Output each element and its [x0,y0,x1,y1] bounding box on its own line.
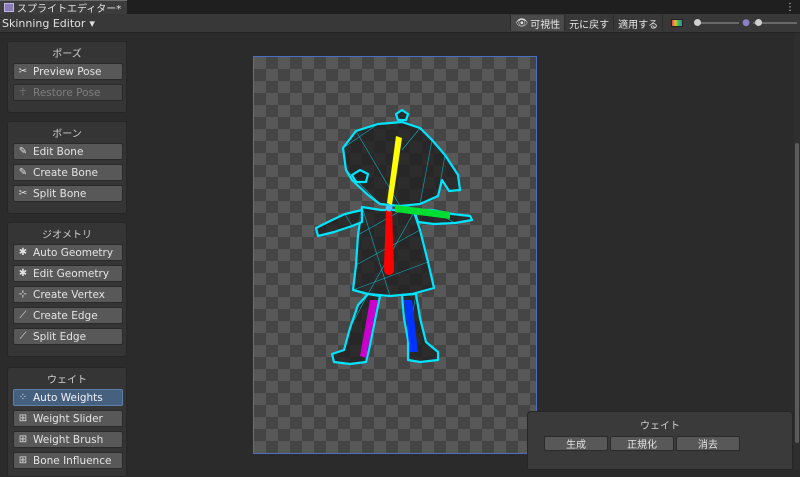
bone-influence-icon: ⊞ [18,455,28,466]
preview-pose-button[interactable]: ✂ Preview Pose [13,63,123,80]
generate-button[interactable]: 生成 [544,436,608,451]
weight-tool-panel: ウェイト 生成 正規化 消去 [527,411,793,470]
eye-icon: 👁 [515,17,529,29]
pose-panel-title: ポーズ [52,48,82,60]
auto-geometry-label: Auto Geometry [33,246,114,259]
apply-label: 適用する [618,19,659,31]
sprite-editor-tab[interactable]: スプライトエディター* [0,0,128,15]
restore-pose-label: Restore Pose [33,86,101,99]
chevron-down-icon: ▾ [89,16,95,30]
mode-dropdown-label: Skinning Editor [2,16,86,30]
create-bone-button[interactable]: ✎ Create Bone [13,164,123,181]
geometry-panel: ジオメトリ ✱ Auto Geometry ✱ Edit Geometry ⊹ … [7,222,127,357]
editor-toolbar: Skinning Editor ▾ 👁 可視性 元に戻す 適用する ● [0,14,800,33]
create-bone-label: Create Bone [33,166,98,179]
bone-panel-title: ボーン [52,128,82,140]
auto-weights-label: Auto Weights [33,391,103,404]
weight-slider-icon: ⊞ [18,413,28,424]
kebab-menu-icon[interactable]: ⋮ [785,0,796,14]
weights-panel: ウェイト ⁘ Auto Weights ⊞ Weight Slider ⊞ We… [7,367,127,477]
weight-brush-label: Weight Brush [33,433,104,446]
weight-slider-button[interactable]: ⊞ Weight Slider [13,410,123,427]
edit-bone-button[interactable]: ✎ Edit Bone [13,143,123,160]
auto-weights-button[interactable]: ⁘ Auto Weights [13,389,123,406]
edit-geometry-button[interactable]: ✱ Edit Geometry [13,265,123,282]
normalize-button[interactable]: 正規化 [610,436,674,451]
preview-pose-icon: ✂ [18,66,28,77]
visibility-button[interactable]: 👁 可視性 [510,15,565,31]
bone-root-joint [385,204,393,212]
preview-pose-label: Preview Pose [33,65,102,78]
vertical-scrollbar-thumb[interactable] [795,143,799,443]
bone-influence-label: Bone Influence [33,454,112,467]
create-vertex-icon: ⊹ [18,289,28,300]
create-bone-icon: ✎ [18,167,28,178]
edit-bone-label: Edit Bone [33,145,84,158]
create-vertex-button[interactable]: ⊹ Create Vertex [13,286,123,303]
auto-geometry-icon: ✱ [18,247,28,258]
split-edge-label: Split Edge [33,330,87,343]
sprite-editor-icon [4,3,14,12]
create-vertex-label: Create Vertex [33,288,105,301]
weight-brush-button[interactable]: ⊞ Weight Brush [13,431,123,448]
clear-button[interactable]: 消去 [676,436,740,451]
brush-slider-thumb[interactable] [755,19,762,26]
edit-geometry-icon: ✱ [18,268,28,279]
geometry-panel-title: ジオメトリ [42,229,92,241]
mode-dropdown[interactable]: Skinning Editor ▾ [2,15,95,31]
split-edge-button[interactable]: ⟋ Split Edge [13,328,123,345]
brush-slider[interactable] [753,15,797,31]
create-edge-icon: ⟋ [19,310,27,321]
revert-button[interactable]: 元に戻す [564,15,613,31]
edit-geometry-label: Edit Geometry [33,267,110,280]
create-edge-label: Create Edge [33,309,98,322]
apply-button[interactable]: 適用する [613,15,662,31]
split-edge-icon: ⟋ [19,331,27,342]
split-bone-label: Split Bone [33,187,87,200]
visibility-label: 可視性 [530,19,561,31]
window-tab-bar: スプライトエディター* ⋮ [0,0,800,15]
restore-pose-button[interactable]: ☥ Restore Pose [13,84,123,101]
sprite-skeleton-overlay[interactable] [253,56,537,454]
edit-bone-icon: ✎ [18,146,28,157]
bone-body-joint [384,265,394,275]
tab-title: スプライトエディター* [17,4,122,15]
bone-influence-button[interactable]: ⊞ Bone Influence [13,452,123,469]
color-channels-icon [671,19,684,27]
split-bone-icon: ✂ [18,188,28,199]
vertical-scrollbar[interactable] [794,33,800,470]
weight-slider-label: Weight Slider [33,412,103,425]
head-mesh [341,120,462,208]
pose-panel: ポーズ ✂ Preview Pose ☥ Restore Pose [7,41,127,113]
weights-panel-title: ウェイト [47,374,87,386]
color-channels-button[interactable] [662,15,691,31]
weight-brush-icon: ⊞ [18,434,28,445]
restore-pose-icon: ☥ [19,87,27,98]
auto-geometry-button[interactable]: ✱ Auto Geometry [13,244,123,261]
brush-size-icon: ● [742,18,750,28]
bone-panel: ボーン ✎ Edit Bone ✎ Create Bone ✂ Split Bo… [7,121,127,214]
weight-tool-panel-title: ウェイト [640,420,680,432]
hat-knot-mesh [394,108,410,122]
create-edge-button[interactable]: ⟋ Create Edge [13,307,123,324]
revert-label: 元に戻す [569,19,610,31]
left-arm-mesh [314,208,364,238]
auto-weights-icon: ⁘ [18,392,28,403]
zoom-slider-thumb[interactable] [694,19,702,26]
split-bone-button[interactable]: ✂ Split Bone [13,185,123,202]
zoom-slider[interactable] [694,15,740,31]
